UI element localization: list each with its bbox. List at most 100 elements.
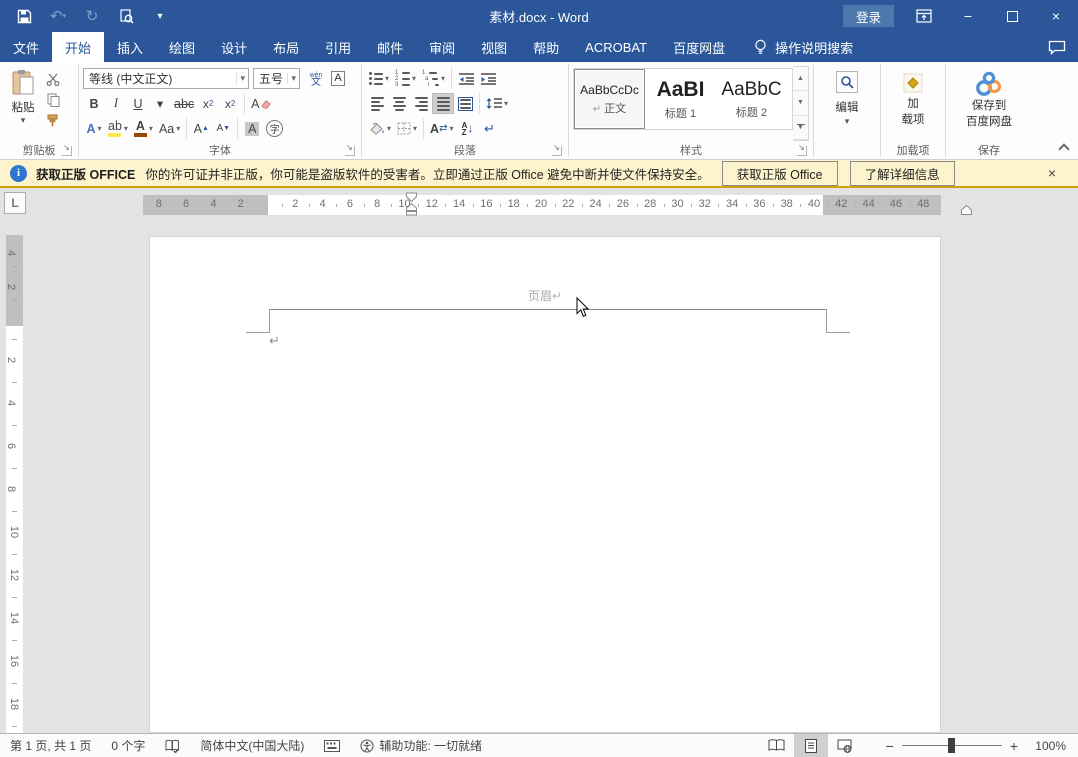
subscript-button[interactable]: x2 [197,93,219,114]
align-center-icon[interactable] [388,93,410,114]
warning-close-icon[interactable]: × [1042,165,1062,181]
collapse-ribbon-icon[interactable] [1058,143,1069,154]
styles-scroll-down-icon[interactable]: ▼ [793,91,808,115]
language-status[interactable]: 简体中文(中国大陆) [190,737,314,754]
clipboard-dialog-launcher[interactable] [62,146,72,156]
sort-icon[interactable]: AZ↓ [456,118,478,139]
underline-button[interactable]: U [127,93,149,114]
horizontal-ruler[interactable]: 8642246810121416182022242628303234363840… [143,195,941,215]
copy-icon[interactable] [42,91,64,109]
style-card-标题 1[interactable]: AaBI标题 1 [645,69,716,129]
read-mode-view-icon[interactable] [760,734,794,757]
zoom-slider[interactable]: − + [878,738,1026,754]
print-layout-view-icon[interactable] [794,734,828,757]
get-genuine-office-button[interactable]: 获取正版 Office [722,161,838,186]
underline-dropdown[interactable]: ▾ [149,93,171,114]
zoom-thumb[interactable] [948,738,955,753]
document-page[interactable]: 页眉↵ ↵ [149,236,941,733]
tab-设计[interactable]: 设计 [208,32,260,62]
accessibility-status[interactable]: 辅助功能: 一切就绪 [350,737,492,754]
close-button[interactable]: × [1034,0,1078,32]
multilevel-list-icon[interactable]: 1ai▾ [419,68,448,89]
print-preview-icon[interactable] [116,6,136,26]
save-icon[interactable] [14,6,34,26]
shrink-font-icon[interactable]: A▼ [212,118,234,139]
tab-开始[interactable]: 开始 [52,32,104,62]
paste-button[interactable]: 粘贴 ▾ [4,66,42,141]
tab-帮助[interactable]: 帮助 [520,32,572,62]
align-left-icon[interactable] [366,93,388,114]
styles-scroll-up-icon[interactable]: ▲ [793,67,808,91]
zoom-out-icon[interactable]: − [878,738,902,754]
zoom-in-icon[interactable]: + [1002,738,1026,754]
tab-插入[interactable]: 插入 [104,32,156,62]
ribbon-display-options-icon[interactable] [902,0,946,32]
borders-icon[interactable]: ▾ [394,118,420,139]
highlight-color-icon[interactable]: ab▾ [105,118,131,139]
web-layout-view-icon[interactable] [828,734,862,757]
style-card-标题 2[interactable]: AaBbC标题 2 [716,69,787,129]
character-shading-icon[interactable]: A [241,118,263,139]
asian-layout-icon[interactable]: A⇄▾ [427,118,456,139]
customize-qat-icon[interactable]: ▾ [150,6,170,26]
tab-审阅[interactable]: 审阅 [416,32,468,62]
tab-视图[interactable]: 视图 [468,32,520,62]
proofing-icon[interactable] [155,739,190,753]
shading-bucket-icon[interactable]: ▾ [366,118,394,139]
font-dialog-launcher[interactable] [345,146,355,156]
phonetic-guide-icon[interactable]: wén文 [305,68,327,89]
tab-布局[interactable]: 布局 [260,32,312,62]
tab-stop-selector[interactable]: L [4,192,26,214]
format-painter-icon[interactable] [42,112,64,130]
distribute-icon[interactable] [454,93,476,114]
styles-more-icon[interactable]: ▼ [793,116,808,140]
increase-indent-icon[interactable] [477,68,499,89]
change-case-icon[interactable]: Aa▾ [156,118,183,139]
zoom-percentage[interactable]: 100% [1026,739,1078,753]
tab-引用[interactable]: 引用 [312,32,364,62]
tab-百度网盘[interactable]: 百度网盘 [660,32,738,62]
zoom-track[interactable] [902,745,1002,746]
styles-dialog-launcher[interactable] [797,146,807,156]
maximize-button[interactable] [990,0,1034,32]
numbering-icon[interactable]: 123▾ [392,68,419,89]
font-name-combo[interactable]: 等线 (中文正文)▾ [83,68,249,89]
addins-button[interactable]: 加 载项 [885,66,941,141]
bold-button[interactable]: B [83,93,105,114]
comments-icon[interactable] [1048,40,1066,55]
justify-icon[interactable] [432,93,454,114]
save-to-baidu-button[interactable]: 保存到 百度网盘 [950,66,1028,141]
superscript-button[interactable]: x2 [219,93,241,114]
undo-icon[interactable]: ↶▾ [48,6,68,26]
clear-formatting-icon[interactable]: A [248,93,273,114]
italic-button[interactable]: I [105,93,127,114]
show-formatting-marks-icon[interactable]: ↵ [478,118,500,139]
enclose-characters-icon[interactable]: 字 [263,118,286,139]
paste-dropdown[interactable]: ▾ [21,115,26,126]
minimize-button[interactable]: − [946,0,990,32]
line-spacing-icon[interactable]: ▾ [483,93,511,114]
header-text[interactable]: 页眉↵ [150,287,940,304]
font-color-icon[interactable]: A▾ [131,118,156,139]
cut-icon[interactable] [42,70,64,88]
paragraph-dialog-launcher[interactable] [552,146,562,156]
style-card-正文[interactable]: AaBbCcDc↵ 正文 [574,69,645,129]
tab-绘图[interactable]: 绘图 [156,32,208,62]
font-size-combo[interactable]: 五号▾ [253,68,300,89]
tell-me-search[interactable]: 操作说明搜索 [754,32,853,62]
learn-more-button[interactable]: 了解详细信息 [850,161,955,186]
vertical-ruler[interactable]: 4224681012141618 [6,235,23,733]
tab-邮件[interactable]: 邮件 [364,32,416,62]
decrease-indent-icon[interactable] [455,68,477,89]
bullets-icon[interactable]: ▾ [366,68,392,89]
text-effects-icon[interactable]: A▾ [83,118,105,139]
keyboard-icon[interactable] [314,740,350,752]
character-border-icon[interactable]: A [327,68,349,89]
redo-icon[interactable]: ↻ [82,6,102,26]
page-number-status[interactable]: 第 1 页, 共 1 页 [0,737,101,754]
right-indent-marker[interactable] [960,205,973,216]
grow-font-icon[interactable]: A▲ [190,118,212,139]
strikethrough-button[interactable]: abc [171,93,197,114]
tab-ACROBAT[interactable]: ACROBAT [572,32,660,62]
tab-文件[interactable]: 文件 [0,32,52,62]
